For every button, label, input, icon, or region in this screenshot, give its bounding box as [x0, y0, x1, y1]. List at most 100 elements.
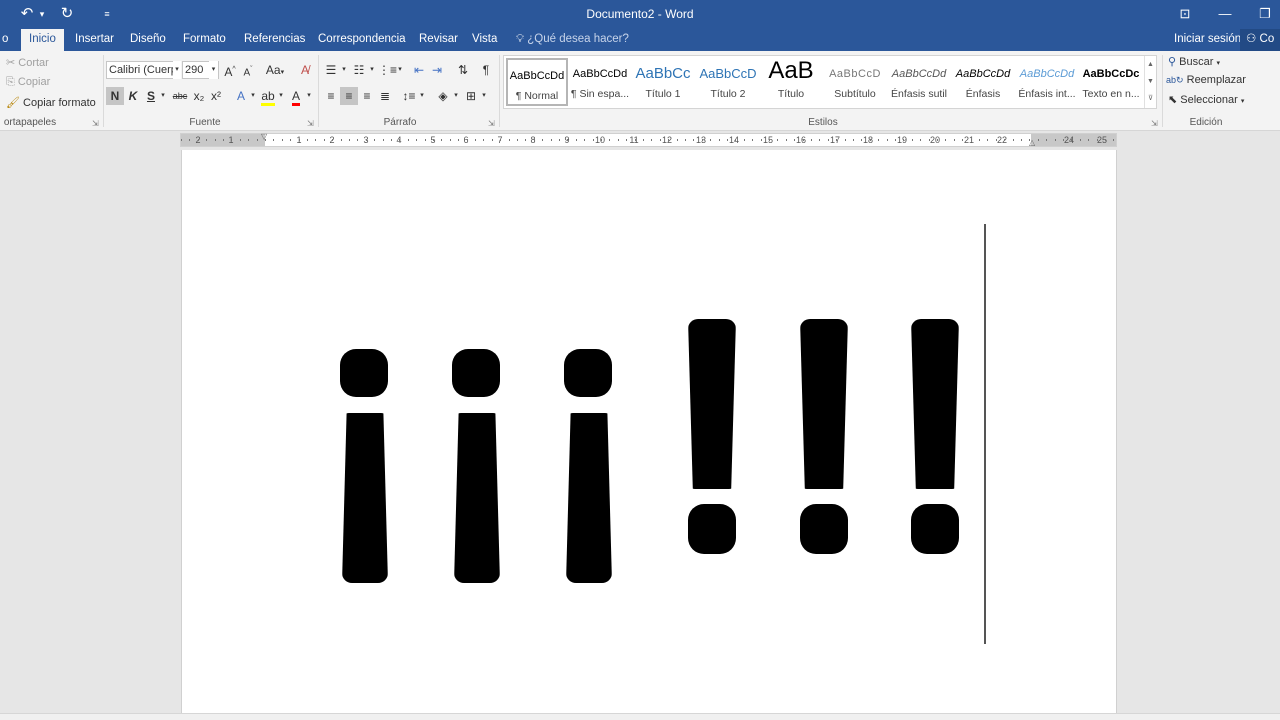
style-name: ¶ Sin espa... — [570, 88, 630, 100]
style-enfasis-sutil[interactable]: AaBbCcDd Énfasis sutil — [888, 58, 950, 106]
ruler-tick — [987, 139, 988, 141]
font-name-dropdown-icon[interactable]: ▾ — [173, 61, 181, 79]
tab-referencias[interactable]: Referencias — [236, 29, 313, 51]
style-normal[interactable]: AaBbCcDd ¶ Normal — [506, 58, 568, 106]
underline-button[interactable]: S — [143, 87, 159, 105]
borders-dropdown-icon[interactable]: ▾ — [480, 87, 488, 105]
tab-vista[interactable]: Vista — [464, 29, 505, 51]
font-color-dropdown-icon[interactable]: ▾ — [305, 87, 313, 105]
superscript-button[interactable]: x² — [208, 87, 224, 105]
ruler-tick — [500, 139, 501, 141]
tell-me-box[interactable]: 💡︎ ¿Qué desea hacer? — [516, 29, 629, 51]
right-indent-marker[interactable]: △ — [1029, 138, 1035, 147]
justify-icon[interactable]: ≣ — [376, 87, 394, 105]
style-titulo[interactable]: AaB Título — [760, 58, 822, 106]
numbering-icon[interactable]: ☷ — [350, 61, 368, 79]
strikethrough-button[interactable]: abc — [170, 87, 190, 105]
line-spacing-icon[interactable]: ↕≡ — [400, 87, 418, 105]
scroll-down-icon[interactable]: ▼ — [1145, 73, 1156, 90]
style-enfasis[interactable]: AaBbCcDd Énfasis — [952, 58, 1014, 106]
replace-button[interactable]: ab↻ Reemplazar — [1166, 74, 1246, 86]
bullets-icon[interactable]: ☰ — [322, 61, 340, 79]
multilevel-dropdown-icon[interactable]: ▾ — [396, 61, 404, 79]
style-preview: AaBbCcDd — [1019, 68, 1075, 80]
shading-dropdown-icon[interactable]: ▾ — [452, 87, 460, 105]
text-effects-dropdown-icon[interactable]: ▾ — [249, 87, 257, 105]
format-painter-button[interactable]: 🖌︎ Copiar formato — [6, 96, 96, 109]
style-titulo-1[interactable]: AaBbCc Título 1 — [632, 58, 694, 106]
grow-font-icon[interactable]: A^ — [222, 61, 238, 79]
restore-icon[interactable]: ❐ — [1250, 3, 1280, 25]
shrink-font-icon[interactable]: Aˇ — [240, 61, 256, 79]
align-right-icon[interactable]: ≡ — [358, 87, 376, 105]
underline-dropdown-icon[interactable]: ▾ — [159, 87, 167, 105]
numbering-dropdown-icon[interactable]: ▾ — [368, 61, 376, 79]
clipboard-launcher-icon[interactable]: ⇲ — [92, 119, 99, 128]
tab-inicio[interactable]: Inicio — [21, 29, 64, 51]
style-texto-negrita[interactable]: AaBbCcDc Texto en n... — [1080, 58, 1142, 106]
first-line-indent-marker[interactable]: ▽ — [261, 132, 267, 141]
change-case-button[interactable]: Aa▾ — [262, 61, 288, 79]
tab-diseno[interactable]: Diseño — [122, 29, 174, 51]
style-subtitulo[interactable]: AaBbCcD Subtítulo — [824, 58, 886, 106]
shading-icon[interactable]: ◈ — [434, 87, 452, 105]
text-effects-icon[interactable]: A — [233, 87, 249, 105]
tab-formato[interactable]: Formato — [175, 29, 234, 51]
ruler-tick — [559, 139, 560, 141]
find-label: Buscar — [1179, 56, 1214, 68]
ruler-tick — [845, 139, 846, 141]
paragraph-launcher-icon[interactable]: ⇲ — [488, 119, 495, 128]
ruler-tick — [685, 139, 686, 141]
align-center-icon[interactable]: ≡ — [340, 87, 358, 105]
tab-correspondencia[interactable]: Correspondencia — [310, 29, 414, 51]
bold-button[interactable]: N — [106, 87, 124, 105]
highlight-dropdown-icon[interactable]: ▾ — [277, 87, 285, 105]
more-styles-icon[interactable]: ⊽ — [1145, 90, 1156, 107]
scroll-up-icon[interactable]: ▲ — [1145, 56, 1156, 73]
tab-file[interactable]: o — [0, 29, 16, 51]
borders-icon[interactable]: ⊞ — [462, 87, 480, 105]
horizontal-ruler[interactable]: 2112345678910111213141516171819202122242… — [180, 132, 1117, 147]
decrease-indent-icon[interactable]: ⇤ — [410, 61, 428, 79]
document-page[interactable]: ¡¡¡!!! — [181, 150, 1117, 716]
clear-formatting-icon[interactable]: A̸ — [297, 61, 313, 79]
share-button[interactable]: ⚇ Co — [1240, 29, 1280, 51]
copy-button[interactable]: ⎘ Copiar — [6, 76, 50, 89]
ruler-tick — [324, 139, 325, 141]
tab-revisar[interactable]: Revisar — [411, 29, 466, 51]
tab-insertar[interactable]: Insertar — [67, 29, 122, 51]
align-left-icon[interactable]: ≡ — [322, 87, 340, 105]
increase-indent-icon[interactable]: ⇥ — [428, 61, 446, 79]
status-bar — [0, 713, 1280, 720]
select-button[interactable]: ⬉ Seleccionar ▾ — [1168, 93, 1244, 106]
ribbon-display-options-icon[interactable]: ⊡ — [1170, 3, 1200, 25]
ruler-tick-label: 12 — [661, 135, 673, 145]
ruler-tick — [206, 139, 207, 141]
font-name-combo[interactable]: Calibri (Cuerp — [106, 61, 181, 79]
sign-in-link[interactable]: Iniciar sesión — [1174, 29, 1241, 51]
styles-launcher-icon[interactable]: ⇲ — [1151, 119, 1158, 128]
multilevel-list-icon[interactable]: ⋮≡ — [378, 61, 397, 79]
style-sin-espaciado[interactable]: AaBbCcDd ¶ Sin espa... — [569, 58, 631, 106]
sort-icon[interactable]: ⇅ — [454, 61, 472, 79]
font-size-dropdown-icon[interactable]: ▾ — [209, 61, 218, 79]
font-color-icon[interactable]: A — [287, 87, 305, 106]
ruler-tick — [593, 139, 594, 141]
style-enfasis-intenso[interactable]: AaBbCcDd Énfasis int... — [1016, 58, 1078, 106]
bullets-dropdown-icon[interactable]: ▾ — [340, 61, 348, 79]
font-launcher-icon[interactable]: ⇲ — [307, 119, 314, 128]
subscript-button[interactable]: x₂ — [191, 87, 207, 105]
gallery-scroll[interactable]: ▲ ▼ ⊽ — [1144, 56, 1156, 108]
line-spacing-dropdown-icon[interactable]: ▾ — [418, 87, 426, 105]
ruler-tick — [693, 139, 694, 141]
minimize-icon[interactable]: — — [1210, 3, 1240, 25]
show-marks-icon[interactable]: ¶ — [478, 61, 494, 79]
ruler-tick — [828, 139, 829, 141]
style-titulo-2[interactable]: AaBbCcD Título 2 — [697, 58, 759, 106]
ruler-tick — [433, 139, 434, 141]
italic-button[interactable]: K — [125, 87, 141, 105]
cut-button[interactable]: ✂ Cortar — [6, 56, 49, 69]
inverted-exclamation-dot — [340, 349, 388, 397]
highlight-icon[interactable]: ab — [259, 87, 277, 106]
find-button[interactable]: ⚲ Buscar ▾ — [1168, 55, 1220, 68]
